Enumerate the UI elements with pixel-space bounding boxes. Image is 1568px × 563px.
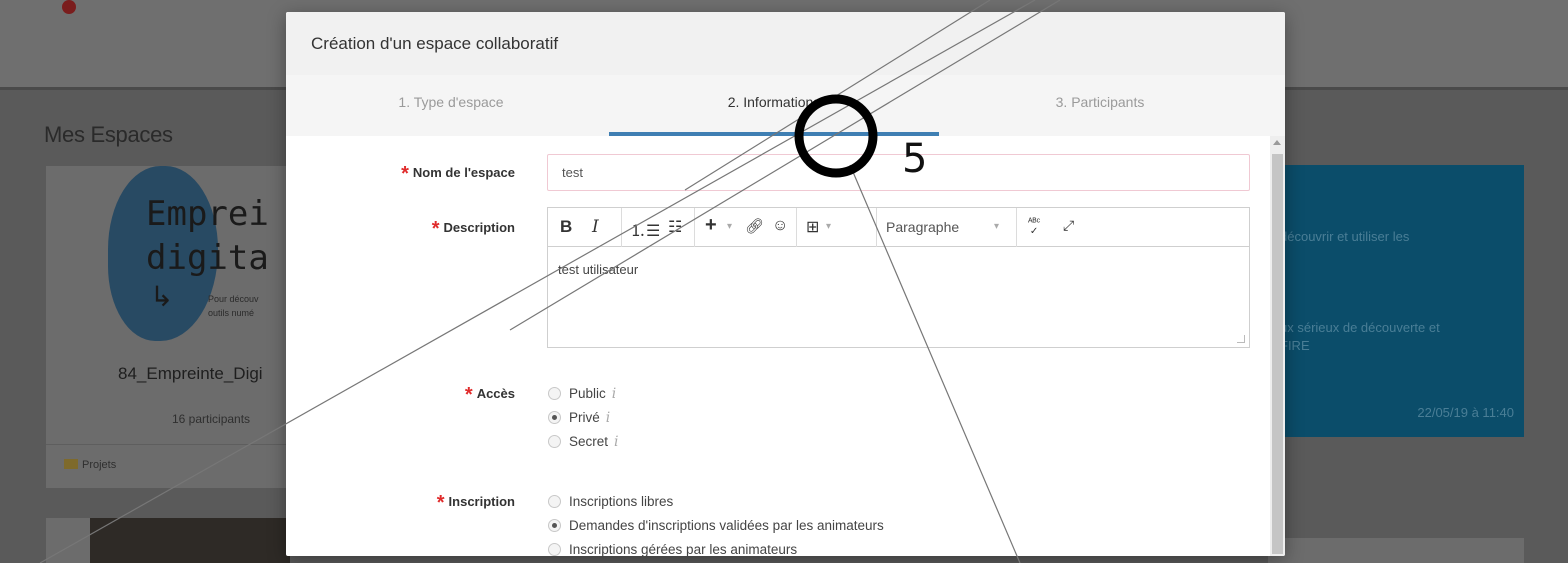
- toolbar-divider: [796, 208, 797, 247]
- inscription-option-managed[interactable]: Inscriptions gérées par les animateurs: [548, 542, 797, 556]
- info-icon[interactable]: i: [612, 386, 616, 402]
- link-icon[interactable]: 🔗︎: [745, 217, 764, 235]
- italic-icon[interactable]: I: [592, 217, 599, 237]
- description-textarea[interactable]: test utilisateur: [548, 248, 1249, 347]
- annotation-number: 5: [902, 136, 928, 182]
- required-marker: *: [464, 384, 473, 406]
- space-name-input[interactable]: test: [547, 154, 1250, 191]
- ordered-list-icon[interactable]: ⒈☰: [630, 217, 660, 241]
- radio-button[interactable]: [548, 543, 561, 556]
- inscription-label: * Inscription: [436, 492, 515, 514]
- card-logo-caption: Pour découv outils numé: [208, 294, 259, 318]
- arrow-icon: ↳: [150, 281, 174, 312]
- spellcheck-icon[interactable]: ᴬᴮᶜ ✓: [1028, 218, 1040, 237]
- description-editor: B I ⒈☰ ☷ + ▾ 🔗︎ ☺ ⊞ ▾ Paragraphe ▾ ᴬᴮᶜ ✓ …: [547, 207, 1250, 348]
- modal-header: Création d'un espace collaboratif: [286, 12, 1285, 75]
- modal-title: Création d'un espace collaboratif: [311, 34, 559, 53]
- access-option-secret[interactable]: Secret i: [548, 434, 619, 450]
- info-icon[interactable]: i: [606, 410, 610, 426]
- inscription-option-validated[interactable]: Demandes d'inscriptions validées par les…: [548, 518, 884, 533]
- name-label: * Nom de l'espace: [401, 163, 515, 185]
- projects-link[interactable]: Projets: [64, 459, 116, 471]
- resize-handle[interactable]: [1237, 335, 1245, 343]
- chevron-down-icon[interactable]: ▾: [994, 221, 999, 232]
- toolbar-divider: [1016, 208, 1017, 247]
- toolbar-divider: [876, 208, 877, 247]
- app-logo-dot: [62, 0, 76, 14]
- description-label: * Description: [431, 218, 515, 240]
- required-marker: *: [431, 218, 440, 240]
- radio-button[interactable]: [548, 435, 561, 448]
- inscription-option-free[interactable]: Inscriptions libres: [548, 494, 673, 509]
- card-divider: [46, 444, 306, 445]
- scroll-up-icon[interactable]: [1273, 140, 1281, 145]
- access-label: * Accès: [464, 384, 515, 406]
- modal-scrollbar[interactable]: [1270, 136, 1285, 556]
- chevron-down-icon[interactable]: ▾: [826, 221, 831, 232]
- radio-button[interactable]: [548, 411, 561, 424]
- wizard-tabs: 1. Type d'espace 2. Informations 3. Part…: [286, 75, 1285, 136]
- participant-count: 16 participants: [172, 412, 251, 426]
- info-icon[interactable]: i: [614, 434, 618, 450]
- create-space-modal: Création d'un espace collaboratif 1. Typ…: [286, 12, 1285, 556]
- radio-button[interactable]: [548, 387, 561, 400]
- access-option-public[interactable]: Public i: [548, 386, 616, 402]
- required-marker: *: [401, 163, 409, 185]
- toolbar-divider: [694, 208, 695, 247]
- tab-informations[interactable]: 2. Informations: [609, 94, 939, 110]
- emoji-icon[interactable]: ☺: [772, 217, 788, 235]
- space-card-featured[interactable]: découvrir et utiliser les ux sérieux de …: [1268, 165, 1524, 437]
- chevron-down-icon[interactable]: ▾: [727, 221, 732, 232]
- format-select[interactable]: Paragraphe: [886, 219, 959, 235]
- featured-date: 22/05/19 à 11:40: [1417, 405, 1514, 420]
- space-card[interactable]: Emprei digita ↳ Pour découv outils numé …: [46, 166, 306, 488]
- tab-type[interactable]: 1. Type d'espace: [286, 94, 616, 110]
- bold-icon[interactable]: B: [560, 217, 572, 237]
- section-title: Mes Espaces: [44, 122, 173, 147]
- card-logo-text: Emprei digita: [146, 194, 269, 278]
- radio-button[interactable]: [548, 495, 561, 508]
- access-option-private[interactable]: Privé i: [548, 410, 610, 426]
- fullscreen-icon[interactable]: ⤢: [1063, 217, 1074, 234]
- folder-icon: [64, 459, 78, 469]
- bullet-list-icon[interactable]: ☷: [668, 217, 682, 237]
- editor-toolbar: B I ⒈☰ ☷ + ▾ 🔗︎ ☺ ⊞ ▾ Paragraphe ▾ ᴬᴮᶜ ✓ …: [548, 208, 1249, 247]
- projects-label: Projets: [82, 459, 117, 471]
- required-marker: *: [436, 492, 445, 514]
- space-card-2-image: [90, 518, 290, 563]
- featured-subtitle: ux sérieux de découverte et FIRE: [1280, 320, 1440, 353]
- space-name[interactable]: 84_Empreinte_Digi: [118, 364, 263, 384]
- radio-button[interactable]: [548, 519, 561, 532]
- toolbar-divider: [621, 208, 622, 247]
- space-form: * Nom de l'espace test * Description B I ⒈…: [286, 136, 1270, 556]
- table-icon[interactable]: ⊞: [806, 217, 819, 237]
- featured-description: découvrir et utiliser les: [1280, 229, 1410, 244]
- tab-participants[interactable]: 3. Participants: [935, 94, 1265, 110]
- insert-icon[interactable]: +: [705, 214, 717, 237]
- space-card-3[interactable]: [1268, 538, 1524, 563]
- scrollbar-thumb[interactable]: [1272, 154, 1283, 554]
